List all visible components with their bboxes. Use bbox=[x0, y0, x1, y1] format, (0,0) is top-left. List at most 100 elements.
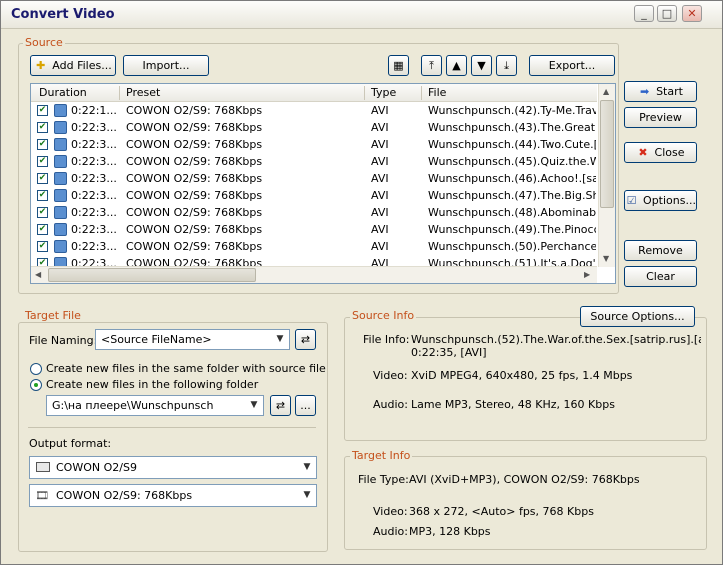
arrow-up-icon: ▲ bbox=[452, 59, 461, 72]
move-down-button[interactable]: ▼ bbox=[471, 55, 492, 76]
move-top-button[interactable]: ⤒ bbox=[421, 55, 442, 76]
table-row[interactable]: ✔ 0:22:3... COWON O2/S9: 768Kbps AVI Wunschp… bbox=[31, 137, 597, 154]
row-checkbox[interactable]: ✔ bbox=[37, 156, 48, 167]
row-file: Wunschpunsch.(44).Two.Cute.[satri bbox=[428, 138, 596, 151]
close-button[interactable]: ✖ Close bbox=[624, 142, 697, 163]
source-info-legend: Source Info bbox=[350, 309, 417, 322]
row-duration: 0:22:3... bbox=[71, 155, 117, 168]
row-checkbox[interactable]: ✔ bbox=[37, 190, 48, 201]
row-preset: COWON O2/S9: 768Kbps bbox=[126, 223, 263, 236]
minimize-button[interactable]: _ bbox=[634, 5, 654, 22]
row-checkbox[interactable]: ✔ bbox=[37, 105, 48, 116]
row-duration: 0:22:3... bbox=[71, 189, 117, 202]
row-type: AVI bbox=[371, 240, 389, 253]
clear-button[interactable]: Clear bbox=[624, 266, 697, 287]
options-button[interactable]: ☑ Options... bbox=[624, 190, 697, 211]
file-naming-select[interactable]: <Source FileName> ▼ bbox=[95, 329, 290, 350]
column-duration[interactable]: Duration bbox=[39, 86, 87, 99]
arrow-down-icon: ▼ bbox=[477, 59, 486, 72]
table-row[interactable]: ✔ 0:22:3... COWON O2/S9: 768Kbps AVI Wunschp… bbox=[31, 154, 597, 171]
row-file: Wunschpunsch.(49).The.Pinocchio.S bbox=[428, 223, 596, 236]
row-checkbox[interactable]: ✔ bbox=[37, 207, 48, 218]
add-files-button[interactable]: ✚ Add Files... bbox=[30, 55, 116, 76]
chevron-down-icon: ▼ bbox=[303, 490, 311, 500]
export-button[interactable]: Export... bbox=[529, 55, 615, 76]
row-duration: 0:22:3... bbox=[71, 121, 117, 134]
row-file: Wunschpunsch.(46).Achoo!.[satrip. bbox=[428, 172, 596, 185]
table-row[interactable]: ✔ 0:22:3... COWON O2/S9: 768Kbps AVI Wunschp… bbox=[31, 205, 597, 222]
start-button[interactable]: ➡ Start bbox=[624, 81, 697, 102]
video-file-icon bbox=[54, 172, 67, 185]
table-row[interactable]: ✔ 0:22:1... COWON O2/S9: 768Kbps AVI Wunschp… bbox=[31, 103, 597, 120]
column-file[interactable]: File bbox=[428, 86, 446, 99]
file-naming-value: <Source FileName> bbox=[101, 333, 212, 346]
row-preset: COWON O2/S9: 768Kbps bbox=[126, 240, 263, 253]
row-checkbox[interactable]: ✔ bbox=[37, 173, 48, 184]
file-list-vertical-scrollbar[interactable]: ▲ ▼ bbox=[598, 84, 615, 267]
source-video-label: Video: bbox=[373, 369, 408, 382]
row-type: AVI bbox=[371, 138, 389, 151]
source-video-value: XviD MPEG4, 640x480, 25 fps, 1.4 Mbps bbox=[411, 369, 633, 382]
file-list-horizontal-scrollbar[interactable]: ◀ ▶ bbox=[31, 266, 597, 283]
row-checkbox[interactable]: ✔ bbox=[37, 224, 48, 235]
row-type: AVI bbox=[371, 121, 389, 134]
following-folder-radio[interactable] bbox=[30, 379, 42, 391]
column-type[interactable]: Type bbox=[371, 86, 396, 99]
vertical-scroll-thumb[interactable] bbox=[600, 100, 614, 208]
properties-button[interactable]: ▦ bbox=[388, 55, 409, 76]
file-info-value-line1: Wunschpunsch.(52).The.War.of.the.Sex.[sa… bbox=[411, 333, 701, 346]
table-row[interactable]: ✔ 0:22:3... COWON O2/S9: 768Kbps AVI Wunschp… bbox=[31, 239, 597, 256]
video-file-icon bbox=[54, 138, 67, 151]
table-row[interactable]: ✔ 0:22:3... COWON O2/S9: 768Kbps AVI Wunschp… bbox=[31, 120, 597, 137]
swap-icon: ⇄ bbox=[300, 333, 311, 346]
row-file: Wunschpunsch.(43).The.Great.Esca bbox=[428, 121, 596, 134]
move-up-button[interactable]: ▲ bbox=[446, 55, 467, 76]
source-options-button[interactable]: Source Options... bbox=[580, 306, 695, 327]
table-row[interactable]: ✔ 0:22:3... COWON O2/S9: 768Kbps AVI Wunschp… bbox=[31, 188, 597, 205]
row-preset: COWON O2/S9: 768Kbps bbox=[126, 206, 263, 219]
row-preset: COWON O2/S9: 768Kbps bbox=[126, 189, 263, 202]
move-bottom-button[interactable]: ⤓ bbox=[496, 55, 517, 76]
browse-folder-button[interactable]: ... bbox=[295, 395, 316, 416]
file-naming-edit-button[interactable]: ⇄ bbox=[295, 329, 316, 350]
close-window-button[interactable]: ✕ bbox=[682, 5, 702, 22]
target-video-label: Video: bbox=[373, 505, 408, 518]
preset-select[interactable]: 🎞 COWON O2/S9: 768Kbps ▼ bbox=[29, 484, 317, 507]
preview-button[interactable]: Preview bbox=[624, 107, 697, 128]
remove-button[interactable]: Remove bbox=[624, 240, 697, 261]
import-button[interactable]: Import... bbox=[123, 55, 209, 76]
start-label: Start bbox=[656, 85, 683, 98]
horizontal-scroll-thumb[interactable] bbox=[48, 268, 256, 282]
options-label: Options... bbox=[643, 194, 696, 207]
folder-swap-button[interactable]: ⇄ bbox=[270, 395, 291, 416]
folder-select[interactable]: G:\на плеере\Wunschpunsch ▼ bbox=[46, 395, 264, 416]
close-icon: ✖ bbox=[638, 146, 648, 159]
following-folder-label: Create new files in the following folder bbox=[46, 378, 259, 391]
source-audio-label: Audio: bbox=[373, 398, 408, 411]
chevron-down-icon: ▼ bbox=[303, 462, 311, 472]
row-file: Wunschpunsch.(50).Perchance.To.I bbox=[428, 240, 596, 253]
add-icon: ✚ bbox=[36, 59, 46, 72]
row-preset: COWON O2/S9: 768Kbps bbox=[126, 104, 263, 117]
device-select[interactable]: COWON O2/S9 ▼ bbox=[29, 456, 317, 479]
column-preset[interactable]: Preset bbox=[126, 86, 160, 99]
row-checkbox[interactable]: ✔ bbox=[37, 139, 48, 150]
start-arrow-icon: ➡ bbox=[639, 85, 650, 98]
file-type-value: AVI (XviD+MP3), COWON O2/S9: 768Kbps bbox=[409, 473, 640, 486]
row-file: Wunschpunsch.(47).The.Big.Shrinki bbox=[428, 189, 596, 202]
target-audio-label: Audio: bbox=[373, 525, 408, 538]
table-row[interactable]: ✔ 0:22:3... COWON O2/S9: 768Kbps AVI Wunschp… bbox=[31, 222, 597, 239]
table-row[interactable]: ✔ 0:22:3... COWON O2/S9: 768Kbps AVI Wunschp… bbox=[31, 171, 597, 188]
convert-video-window: Convert Video _ □ ✕ Source ✚ Add Files..… bbox=[0, 0, 723, 565]
maximize-button[interactable]: □ bbox=[657, 5, 677, 22]
row-checkbox[interactable]: ✔ bbox=[37, 241, 48, 252]
row-checkbox[interactable]: ✔ bbox=[37, 122, 48, 133]
swap-icon: ⇄ bbox=[275, 399, 286, 412]
file-info-value-line2: 0:22:35, [AVI] bbox=[411, 346, 487, 359]
same-folder-radio[interactable] bbox=[30, 363, 42, 375]
row-preset: COWON O2/S9: 768Kbps bbox=[126, 155, 263, 168]
file-list[interactable]: Duration Preset Type File ✔ 0:22:1... COWO… bbox=[30, 83, 616, 284]
title-bar[interactable]: Convert Video _ □ ✕ bbox=[1, 1, 722, 29]
target-video-value: 368 x 272, <Auto> fps, 768 Kbps bbox=[409, 505, 594, 518]
row-file: Wunschpunsch.(45).Quiz.the.Wizar bbox=[428, 155, 596, 168]
